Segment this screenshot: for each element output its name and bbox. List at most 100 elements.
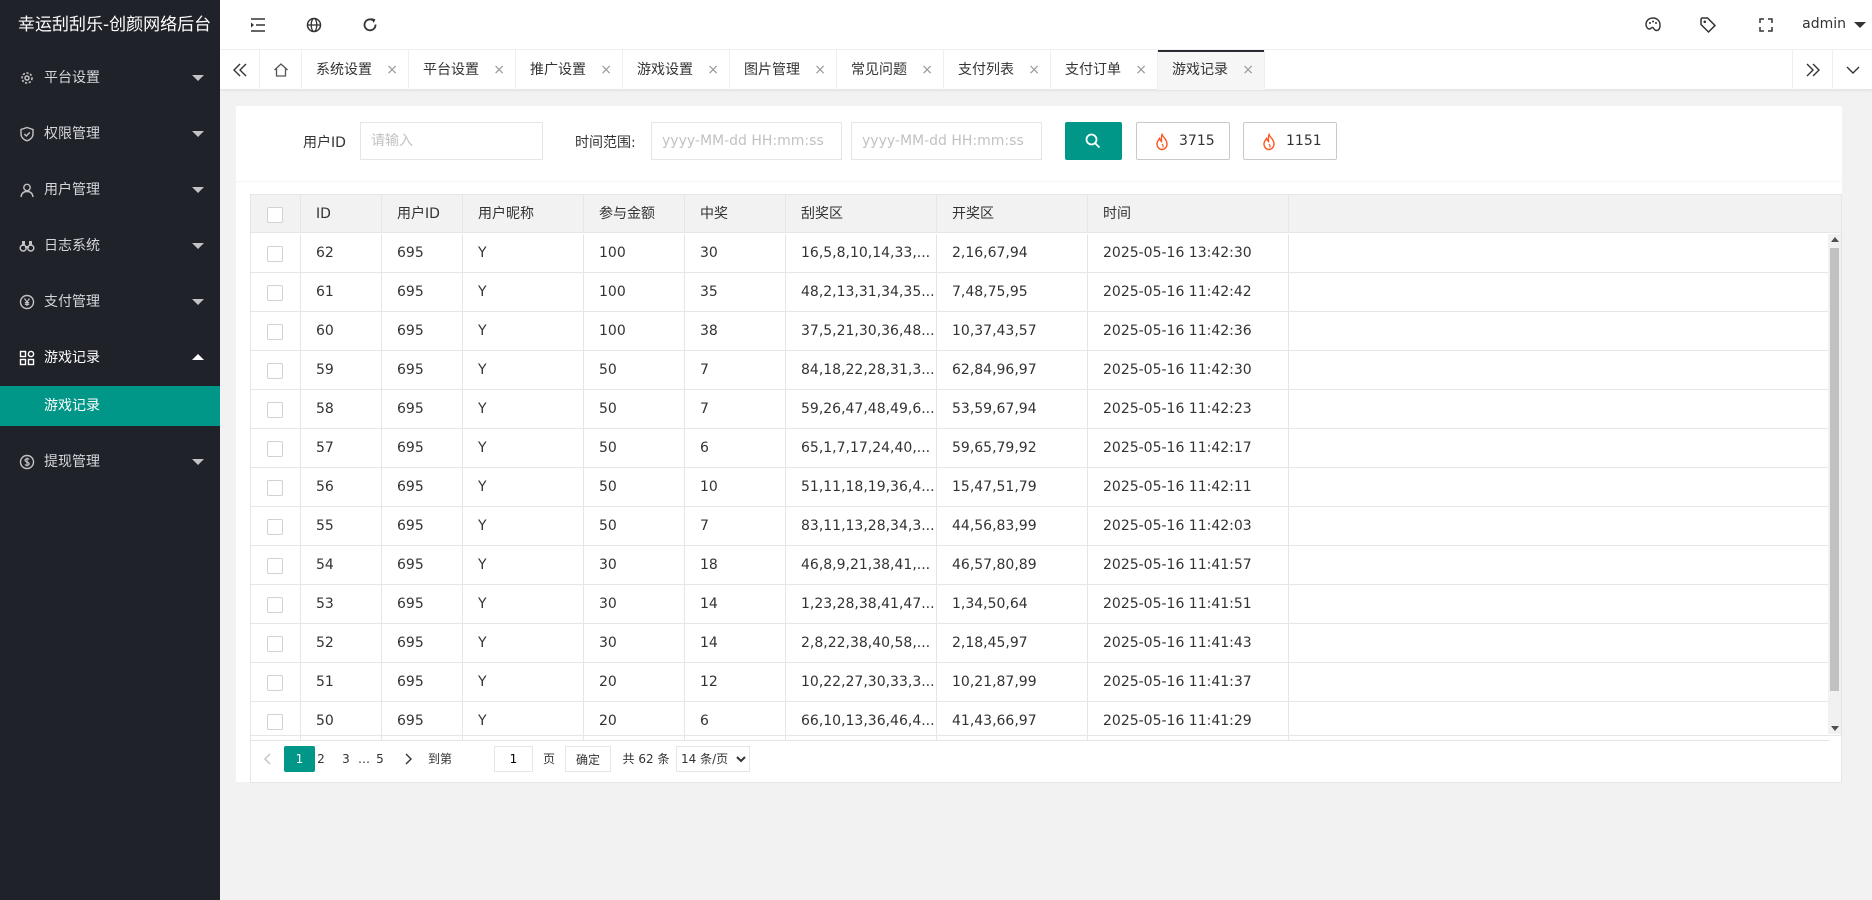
fullscreen-icon[interactable] — [1756, 15, 1776, 35]
table-row[interactable]: 57 695 Y 50 6 65,1,7,17,24,40,... 59,65,79,92 2… — [251, 429, 1829, 468]
tabs-scroll-right[interactable] — [1792, 50, 1832, 90]
tab-promotion-settings[interactable]: 推广设置 × — [516, 50, 623, 90]
time-cell: 2025-05-16 11:42:30 — [1088, 351, 1289, 390]
close-icon[interactable]: × — [600, 50, 612, 90]
close-icon[interactable]: × — [921, 50, 933, 90]
goto-page-input[interactable] — [494, 746, 533, 772]
sidebar-item-users[interactable]: 用户管理 — [0, 162, 220, 218]
sidebar-item-game-records[interactable]: 游戏记录 — [0, 330, 220, 386]
table-row[interactable]: 62 695 Y 100 30 16,5,8,10,14,33,... 2,16,67,94… — [251, 234, 1829, 273]
tab-payment-orders[interactable]: 支付订单 × — [1051, 50, 1158, 90]
tab-system-settings[interactable]: 系统设置 × — [302, 50, 409, 90]
sidebar-item-platform-settings[interactable]: 平台设置 — [0, 50, 220, 106]
close-icon[interactable]: × — [493, 50, 505, 90]
row-checkbox[interactable] — [267, 597, 283, 613]
row-select-cell — [251, 585, 301, 624]
table-row[interactable]: 56 695 Y 50 10 51,11,18,19,36,4... 15,47,51,79… — [251, 468, 1829, 507]
prev-page-icon[interactable] — [261, 752, 275, 766]
row-checkbox[interactable] — [267, 441, 283, 457]
search-button[interactable] — [1065, 122, 1122, 160]
globe-icon[interactable] — [304, 15, 324, 35]
chevron-down-icon — [1846, 66, 1860, 74]
nickname-cell: Y — [463, 663, 584, 702]
fire-count-button-2[interactable]: 1151 — [1243, 122, 1337, 160]
tabs-menu[interactable] — [1832, 50, 1872, 90]
sidebar-item-logs[interactable]: 日志系统 — [0, 218, 220, 274]
tab-payment-list[interactable]: 支付列表 × — [944, 50, 1051, 90]
chevron-down-icon — [192, 243, 204, 249]
tab-platform-settings[interactable]: 平台设置 × — [409, 50, 516, 90]
scratch-area-cell: 16,5,8,10,14,33,... — [786, 234, 937, 273]
tab-game-settings[interactable]: 游戏设置 × — [623, 50, 730, 90]
table-row[interactable]: 61 695 Y 100 35 48,2,13,31,34,35... 7,48,75,95… — [251, 273, 1829, 312]
tab-game-records[interactable]: 游戏记录 × — [1158, 50, 1265, 90]
row-checkbox[interactable] — [267, 519, 283, 535]
nickname-cell: Y — [463, 468, 584, 507]
nickname-cell: Y — [463, 351, 584, 390]
tab-image-management[interactable]: 图片管理 × — [730, 50, 837, 90]
fire-count-button-1[interactable]: 3715 — [1136, 122, 1230, 160]
table-row[interactable]: 53 695 Y 30 14 1,23,28,38,41,47... 1,34,50,64 2… — [251, 585, 1829, 624]
row-checkbox[interactable] — [267, 285, 283, 301]
close-icon[interactable]: × — [1242, 50, 1254, 90]
page-size-select[interactable]: 14 条/页 — [676, 746, 750, 772]
table-row[interactable]: 58 695 Y 50 7 59,26,47,48,49,6... 53,59,67,94 2… — [251, 390, 1829, 429]
tab-faq[interactable]: 常见问题 × — [837, 50, 944, 90]
table-row[interactable]: 51 695 Y 20 12 10,22,27,30,33,3... 10,21,87,99… — [251, 663, 1829, 702]
close-icon[interactable]: × — [1028, 50, 1040, 90]
sidebar-item-payment[interactable]: 支付管理 — [0, 274, 220, 330]
row-checkbox[interactable] — [267, 324, 283, 340]
table-row[interactable]: 54 695 Y 30 18 46,8,9,21,38,41,... 46,57,80,89… — [251, 546, 1829, 585]
row-checkbox[interactable] — [267, 480, 283, 496]
scratch-area-cell: 65,1,7,17,24,40,... — [786, 429, 937, 468]
column-header-id[interactable]: ID — [301, 195, 382, 233]
refresh-icon[interactable] — [360, 15, 380, 35]
row-checkbox[interactable] — [267, 675, 283, 691]
tag-icon[interactable] — [1698, 15, 1718, 35]
table-row[interactable]: 55 695 Y 50 7 83,11,13,28,34,3... 44,56,83,99 2… — [251, 507, 1829, 546]
amount-cell: 50 — [584, 390, 685, 429]
draw-area-cell: 15,47,51,79 — [937, 468, 1088, 507]
menu-toggle-icon[interactable] — [248, 15, 268, 35]
row-checkbox[interactable] — [267, 558, 283, 574]
scroll-down-arrow-icon[interactable] — [1831, 726, 1839, 731]
row-checkbox[interactable] — [267, 246, 283, 262]
close-icon[interactable]: × — [1135, 50, 1147, 90]
next-page-icon[interactable] — [401, 752, 415, 766]
row-checkbox[interactable] — [267, 402, 283, 418]
user-id-input[interactable] — [360, 122, 543, 160]
table-row[interactable]: 52 695 Y 30 14 2,8,22,38,40,58,... 2,18,45,97 2… — [251, 624, 1829, 663]
row-checkbox[interactable] — [267, 636, 283, 652]
scroll-up-arrow-icon[interactable] — [1831, 237, 1839, 242]
row-select-cell — [251, 507, 301, 546]
close-icon[interactable]: × — [707, 50, 719, 90]
table-scrollbar[interactable] — [1828, 234, 1841, 734]
start-time-input[interactable] — [651, 122, 842, 160]
page-2[interactable]: 2 — [313, 746, 329, 772]
select-all-checkbox[interactable] — [267, 207, 283, 223]
page-3[interactable]: 3 — [338, 746, 354, 772]
page-1[interactable]: 1 — [284, 746, 315, 772]
table-row[interactable]: 60 695 Y 100 38 37,5,21,30,36,48... 10,37,43,5… — [251, 312, 1829, 351]
sidebar-item-label: 权限管理 — [44, 126, 100, 142]
sidebar-subitem-game-records[interactable]: 游戏记录 — [0, 386, 220, 426]
scrollbar-thumb[interactable] — [1830, 248, 1839, 691]
end-time-input[interactable] — [851, 122, 1042, 160]
close-icon[interactable]: × — [386, 50, 398, 90]
close-icon[interactable]: × — [814, 50, 826, 90]
fire-count-1: 3715 — [1179, 133, 1215, 149]
sidebar-item-withdraw[interactable]: 提现管理 — [0, 434, 220, 490]
column-header: 时间 — [1088, 195, 1289, 233]
tabs-scroll-left[interactable] — [220, 50, 260, 90]
row-checkbox[interactable] — [267, 714, 283, 730]
sidebar-item-permissions[interactable]: 权限管理 — [0, 106, 220, 162]
palette-icon[interactable] — [1643, 15, 1663, 35]
page-5[interactable]: 5 — [372, 746, 388, 772]
row-checkbox[interactable] — [267, 363, 283, 379]
table-row[interactable]: 59 695 Y 50 7 84,18,22,28,31,3... 62,84,96,97 2… — [251, 351, 1829, 390]
tab-home[interactable] — [260, 50, 302, 90]
user-menu[interactable]: admin — [1802, 16, 1846, 32]
win-cell: 7 — [685, 351, 786, 390]
nickname-cell: Y — [463, 546, 584, 585]
goto-confirm-button[interactable]: 确定 — [565, 746, 611, 772]
